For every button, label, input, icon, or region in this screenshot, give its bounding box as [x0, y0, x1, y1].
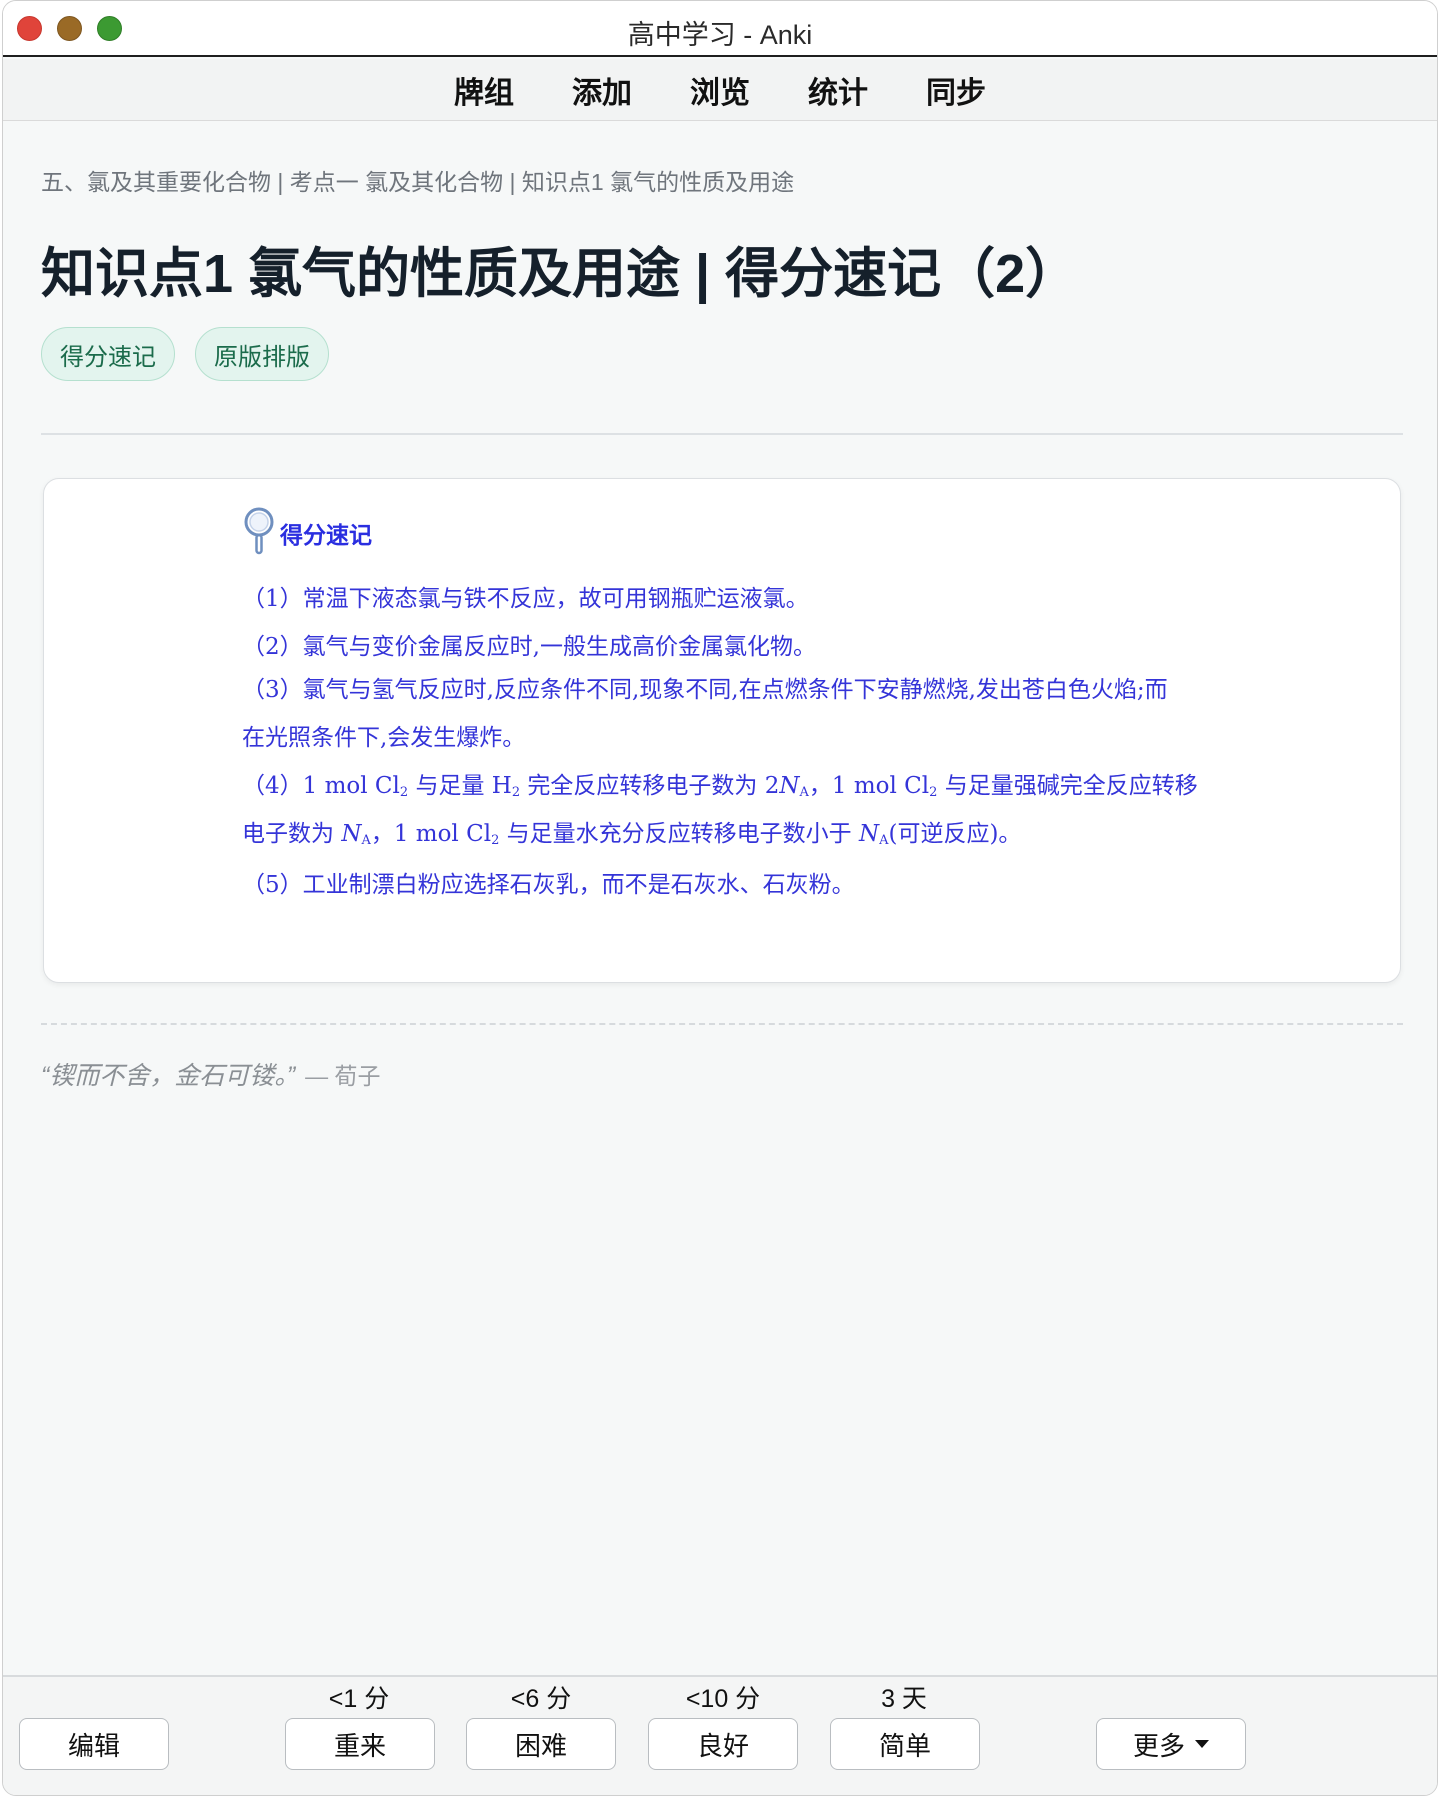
note-line: （4）1 mol Cl2 与足量 H2 完全反应转移电子数为 2NA，1 mol… — [242, 773, 1198, 800]
note-heading-label: 得分速记 — [280, 523, 372, 549]
toolbar-add[interactable]: 添加 — [543, 68, 661, 112]
note-line: （1）常温下液态氯与铁不反应，故可用钢瓶贮运液氯。 — [242, 586, 809, 612]
note-heading: 得分速记 — [242, 507, 1232, 559]
tag-chip[interactable]: 得分速记 — [41, 327, 175, 381]
good-interval: <10 分 — [685, 1685, 761, 1713]
note-line: （5）工业制漂白粉应选择石灰乳，而不是石灰水、石灰粉。 — [242, 872, 855, 898]
good-button[interactable]: 良好 — [648, 1718, 798, 1770]
quote: “锲而不舍，金石可镂。” — 荀子 — [41, 1056, 381, 1092]
breadcrumb: 五、氯及其重要化合物 | 考点一 氯及其化合物 | 知识点1 氯气的性质及用途 — [41, 169, 795, 195]
quote-text: “锲而不舍，金石可镂。” — [41, 1062, 296, 1090]
note-line: 电子数为 NA，1 mol Cl2 与足量水充分反应转移电子数小于 NA(可逆反… — [242, 821, 1022, 848]
hard-interval: <6 分 — [510, 1685, 572, 1713]
toolbar-decks[interactable]: 牌组 — [425, 68, 543, 112]
again-interval: <1 分 — [328, 1685, 390, 1713]
magnifier-icon — [242, 505, 276, 562]
note-line: 在光照条件下,会发生爆炸。 — [242, 725, 526, 751]
page-title: 知识点1 氯气的性质及用途 | 得分速记（2） — [41, 244, 1080, 304]
tag-chip[interactable]: 原版排版 — [195, 327, 329, 381]
easy-interval: 3 天 — [881, 1685, 927, 1713]
more-button[interactable]: 更多 — [1096, 1718, 1246, 1770]
anki-window: 高中学习 - Anki 牌组 添加 浏览 统计 同步 五、氯及其重要化合物 | … — [2, 0, 1438, 1796]
dashed-divider — [41, 1023, 1403, 1025]
easy-button[interactable]: 简单 — [830, 1718, 980, 1770]
edit-button[interactable]: 编辑 — [19, 1718, 169, 1770]
caret-down-icon — [1195, 1740, 1209, 1748]
toolbar-stats[interactable]: 统计 — [779, 68, 897, 112]
note-body: 得分速记 （1）常温下液态氯与铁不反应，故可用钢瓶贮运液氯。 （2）氯气与变价金… — [242, 507, 1232, 898]
window-title: 高中学习 - Anki — [627, 20, 813, 50]
more-button-label: 更多 — [1132, 1730, 1185, 1761]
toolbar-sync[interactable]: 同步 — [897, 68, 1015, 112]
note-card: 得分速记 （1）常温下液态氯与铁不反应，故可用钢瓶贮运液氯。 （2）氯气与变价金… — [43, 478, 1401, 983]
divider — [41, 433, 1403, 435]
note-line: （3）氯气与氢气反应时,反应条件不同,现象不同,在点燃条件下安静燃烧,发出苍白色… — [242, 677, 1168, 703]
main-toolbar: 牌组 添加 浏览 统计 同步 — [3, 59, 1437, 121]
tag-list: 得分速记 原版排版 — [41, 327, 329, 381]
quote-author: — 荀子 — [305, 1063, 381, 1089]
title-bar: 高中学习 - Anki — [3, 1, 1437, 57]
toolbar-browse[interactable]: 浏览 — [661, 68, 779, 112]
hard-button[interactable]: 困难 — [466, 1718, 616, 1770]
review-bar: 编辑 <1 分 重来 <6 分 困难 <10 分 良好 3 天 简单 更多 — [3, 1675, 1437, 1795]
note-line: （2）氯气与变价金属反应时,一般生成高价金属氯化物。 — [242, 634, 816, 660]
again-button[interactable]: 重来 — [285, 1718, 435, 1770]
